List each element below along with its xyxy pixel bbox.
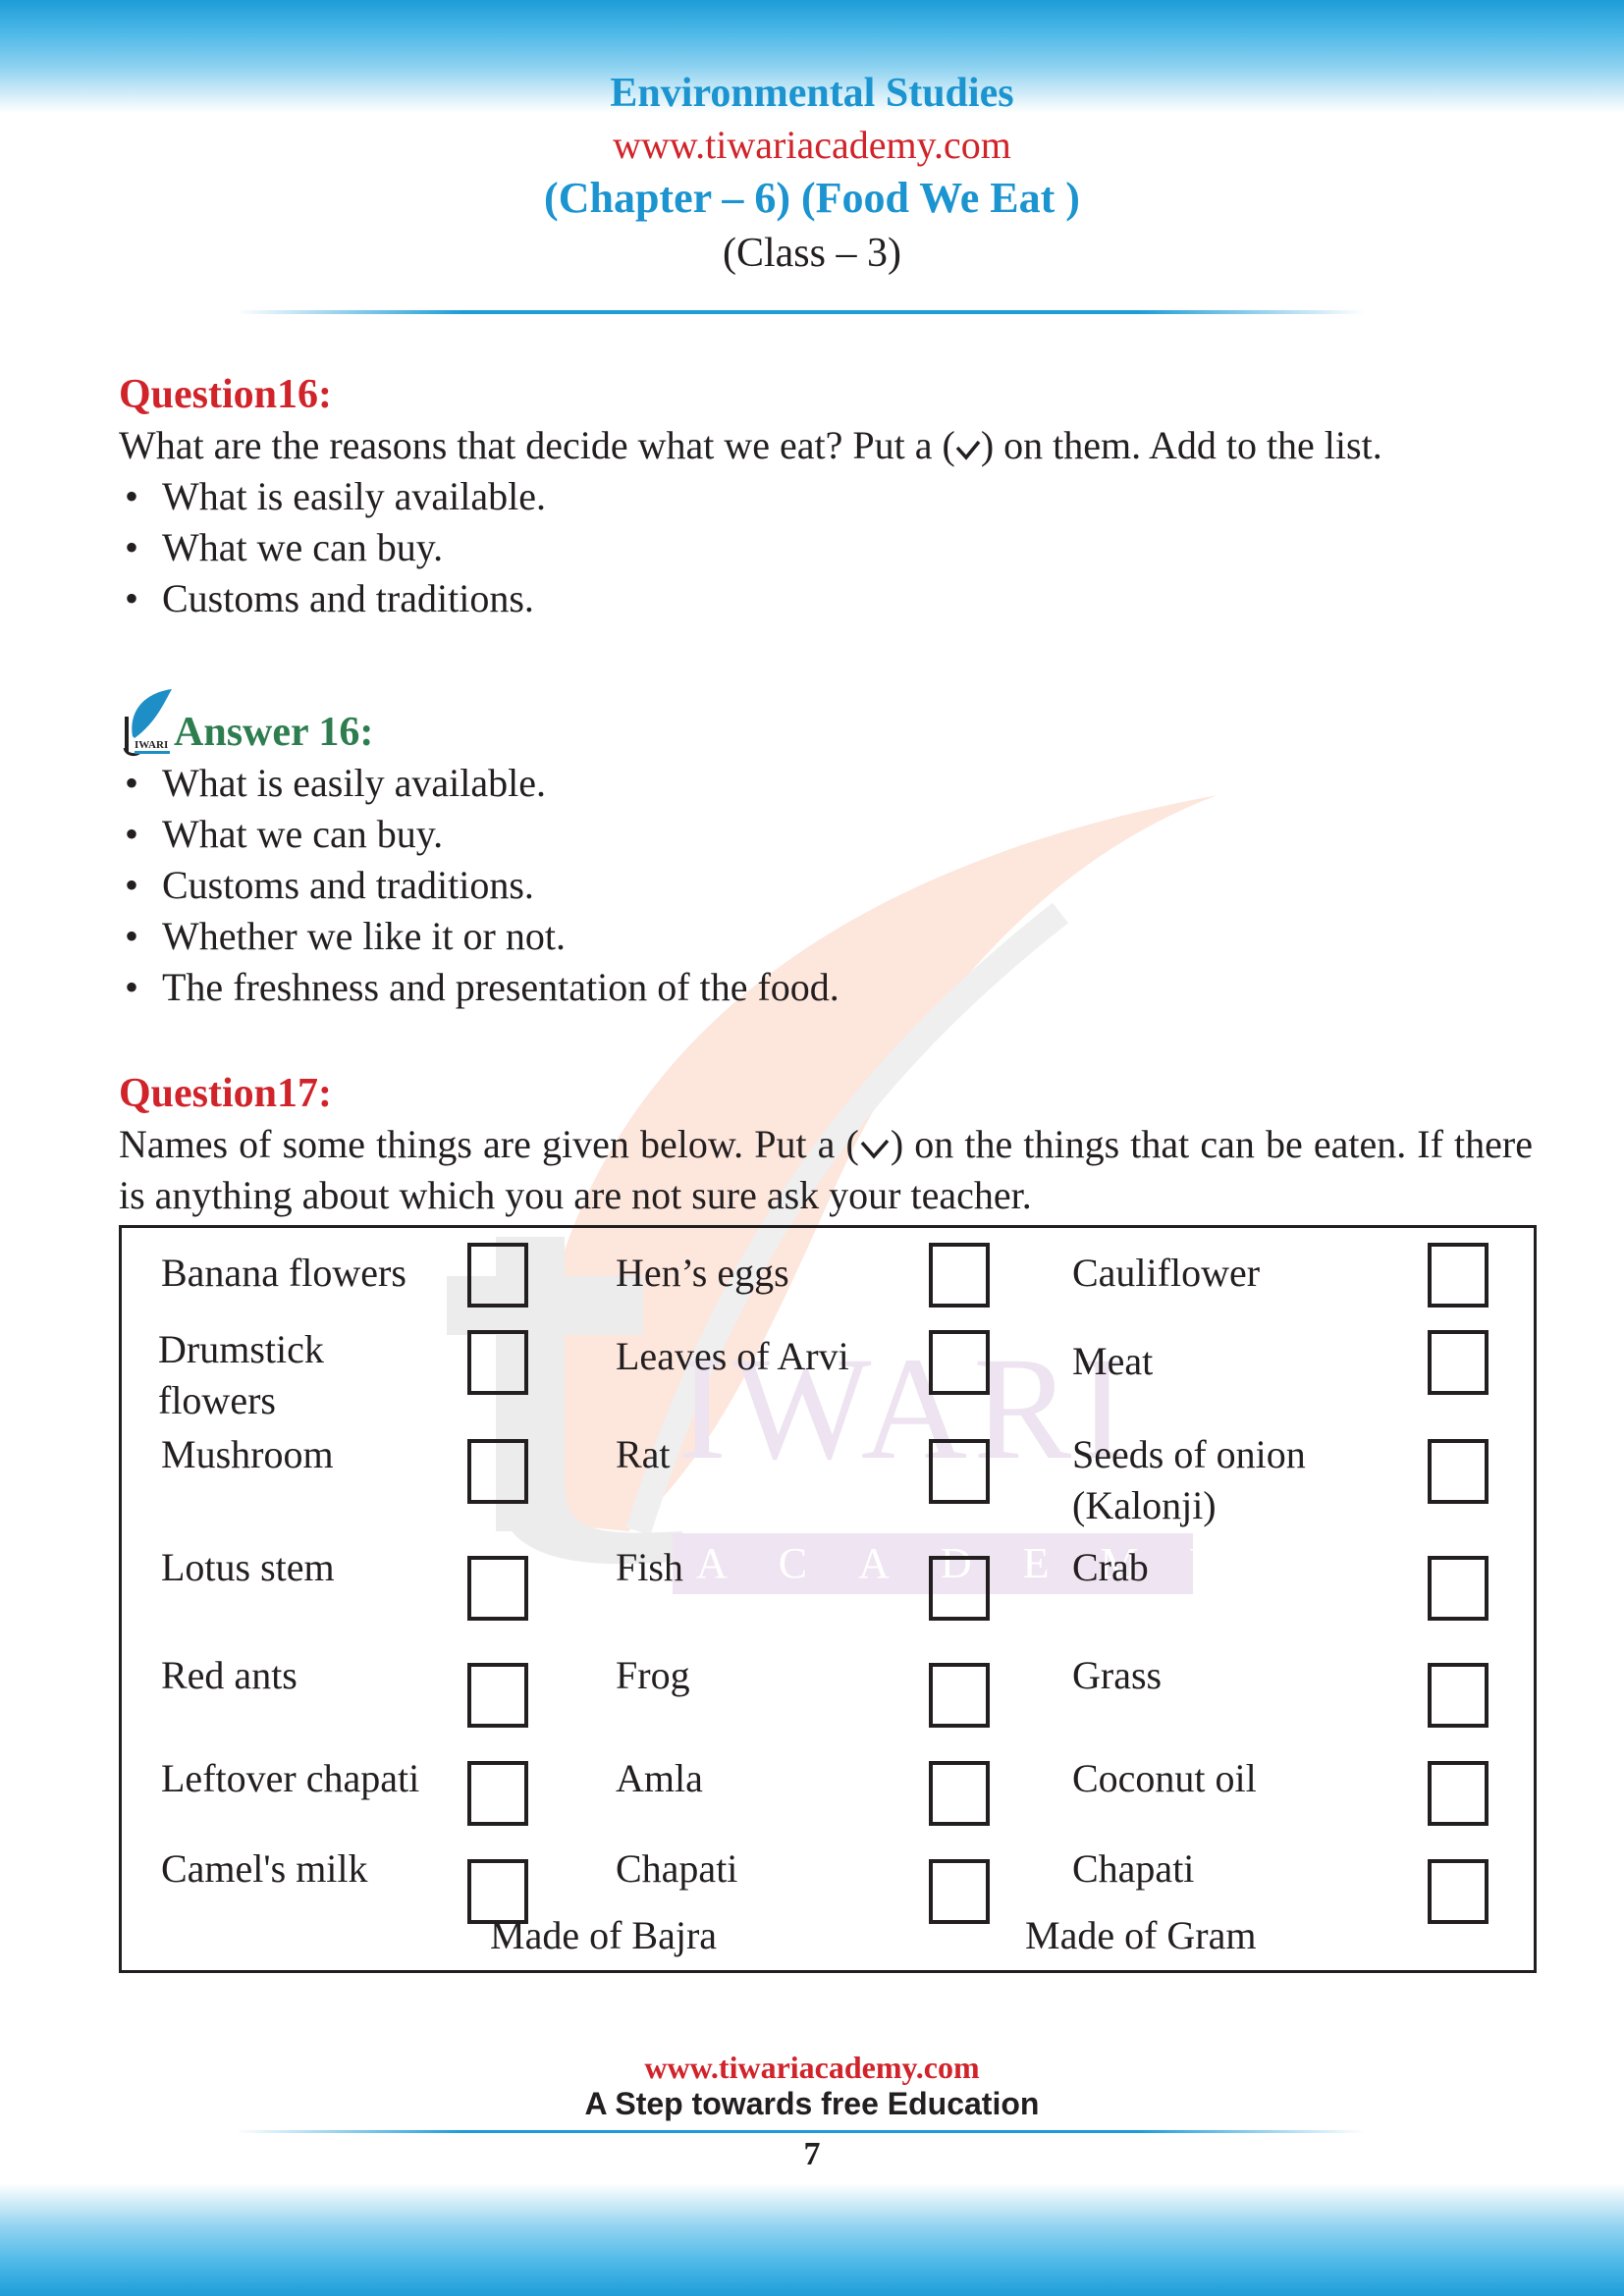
food-item-label: Coconut oil [1072,1756,1257,1800]
question-17-title: Question17: [119,1071,333,1116]
svg-text:IWARI: IWARI [135,739,168,751]
list-item: • Customs and traditions. [125,576,534,620]
food-item-checkbox[interactable] [929,1761,990,1826]
food-item-label: Frog [616,1653,690,1697]
footer-website-link[interactable]: www.tiwariacademy.com [0,2050,1624,2086]
food-item-label: Camel's milk [161,1846,368,1891]
food-item-label: Rat [616,1432,671,1476]
list-item: • What we can buy. [125,525,444,569]
food-item-checkbox[interactable] [929,1663,990,1728]
food-item-checkbox[interactable] [467,1663,528,1728]
food-item-checkbox[interactable] [1428,1859,1489,1924]
food-item-checkbox[interactable] [467,1243,528,1308]
list-item: • What is easily available. [125,474,546,518]
bottom-gradient-band [0,2183,1624,2296]
food-item-checkbox[interactable] [1428,1761,1489,1826]
list-item: • Customs and traditions. [125,863,534,907]
class-label: (Class – 3) [723,231,901,276]
food-item-label: Leaves of Arvi [616,1334,849,1378]
header-website-link[interactable]: www.tiwariacademy.com [0,120,1624,171]
check-mark-icon [955,440,981,460]
tiwari-logo-icon: IWARI [123,689,172,757]
food-item-checkbox[interactable] [467,1761,528,1826]
chapati-note-label: Made of Gram [1025,1913,1257,1957]
chapati-note-label: Made of Bajra [490,1913,718,1957]
list-item: • The freshness and presentation of the f… [125,965,839,1009]
question-16-text-part2: ) on them. Add to the list. [980,423,1382,467]
food-item-label: Crab [1072,1545,1149,1589]
page-number-container: 7 [0,2136,1624,2173]
chapter-title: (Chapter – 6) (Food We Eat ) [544,174,1080,222]
page-footer: www.tiwariacademy.com A Step towards fre… [0,2050,1624,2122]
food-item-label: Seeds of onion (Kalonji) [1072,1432,1306,1527]
food-item-checkbox[interactable] [929,1243,990,1308]
food-item-checkbox[interactable] [929,1439,990,1504]
food-item-label: Lotus stem [161,1545,335,1589]
question-17-section: Question17: Names of some things are giv… [119,1068,1533,1221]
question-16-section: Question16: What are the reasons that de… [119,369,1533,624]
food-item-label: Cauliflower [1072,1251,1261,1295]
page-number: 7 [803,2136,821,2172]
question-16-list: • What is easily available. • What we can … [119,471,1533,624]
food-item-checkbox[interactable] [1428,1330,1489,1395]
list-item: • What we can buy. [125,812,444,856]
food-item-checkbox[interactable] [1428,1243,1489,1308]
food-item-label: Mushroom [161,1432,334,1476]
question-17-text: Names of some things are given below. Pu… [119,1119,1533,1221]
food-item-label: Red ants [161,1653,298,1697]
question-17-text-part1: Names of some things are given below. Pu… [119,1122,859,1166]
food-item-label: Drumstick flowers [158,1327,324,1422]
food-checklist-table: Banana flowers Hen’s eggs Cauliflower Drums… [119,1225,1537,1973]
food-item-checkbox[interactable] [467,1330,528,1395]
food-item-label: Leftover chapati [161,1756,420,1800]
food-item-checkbox[interactable] [1428,1439,1489,1504]
food-item-checkbox[interactable] [929,1330,990,1395]
page-header: Environmental Studies www.tiwariacademy.… [0,67,1624,281]
food-item-label: Fish [616,1545,683,1589]
question-16-text-part1: What are the reasons that decide what we… [119,423,955,467]
food-item-checkbox[interactable] [467,1556,528,1621]
list-item: • Whether we like it or not. [125,914,566,958]
food-item-label: Meat [1072,1339,1154,1383]
question-16-title: Question16: [119,372,333,417]
footer-divider [236,2130,1365,2133]
food-item-checkbox[interactable] [1428,1556,1489,1621]
header-divider [236,310,1365,314]
food-item-label: Chapati [1072,1846,1195,1891]
food-item-checkbox[interactable] [1428,1663,1489,1728]
answer-16-title: Answer 16: [174,710,374,755]
question-16-text: What are the reasons that decide what we… [119,420,1533,471]
food-item-label: Banana flowers [161,1251,406,1295]
list-item: • What is easily available. [125,761,546,805]
food-item-checkbox[interactable] [929,1556,990,1621]
subject-title: Environmental Studies [610,71,1014,116]
answer-16-section: IWARI Answer 16: • What is easily availab… [119,687,1533,1013]
food-item-label: Grass [1072,1653,1163,1697]
food-item-label: Amla [616,1756,703,1800]
answer-16-heading: IWARI Answer 16: [119,687,1533,758]
food-item-label: Hen’s eggs [616,1251,789,1295]
food-item-label: Chapati [616,1846,738,1891]
food-item-checkbox[interactable] [467,1439,528,1504]
footer-tagline: A Step towards free Education [584,2086,1040,2121]
answer-16-list: • What is easily available. • What we can … [119,758,1533,1013]
food-item-checkbox[interactable] [929,1859,990,1924]
check-mark-icon [860,1139,890,1159]
